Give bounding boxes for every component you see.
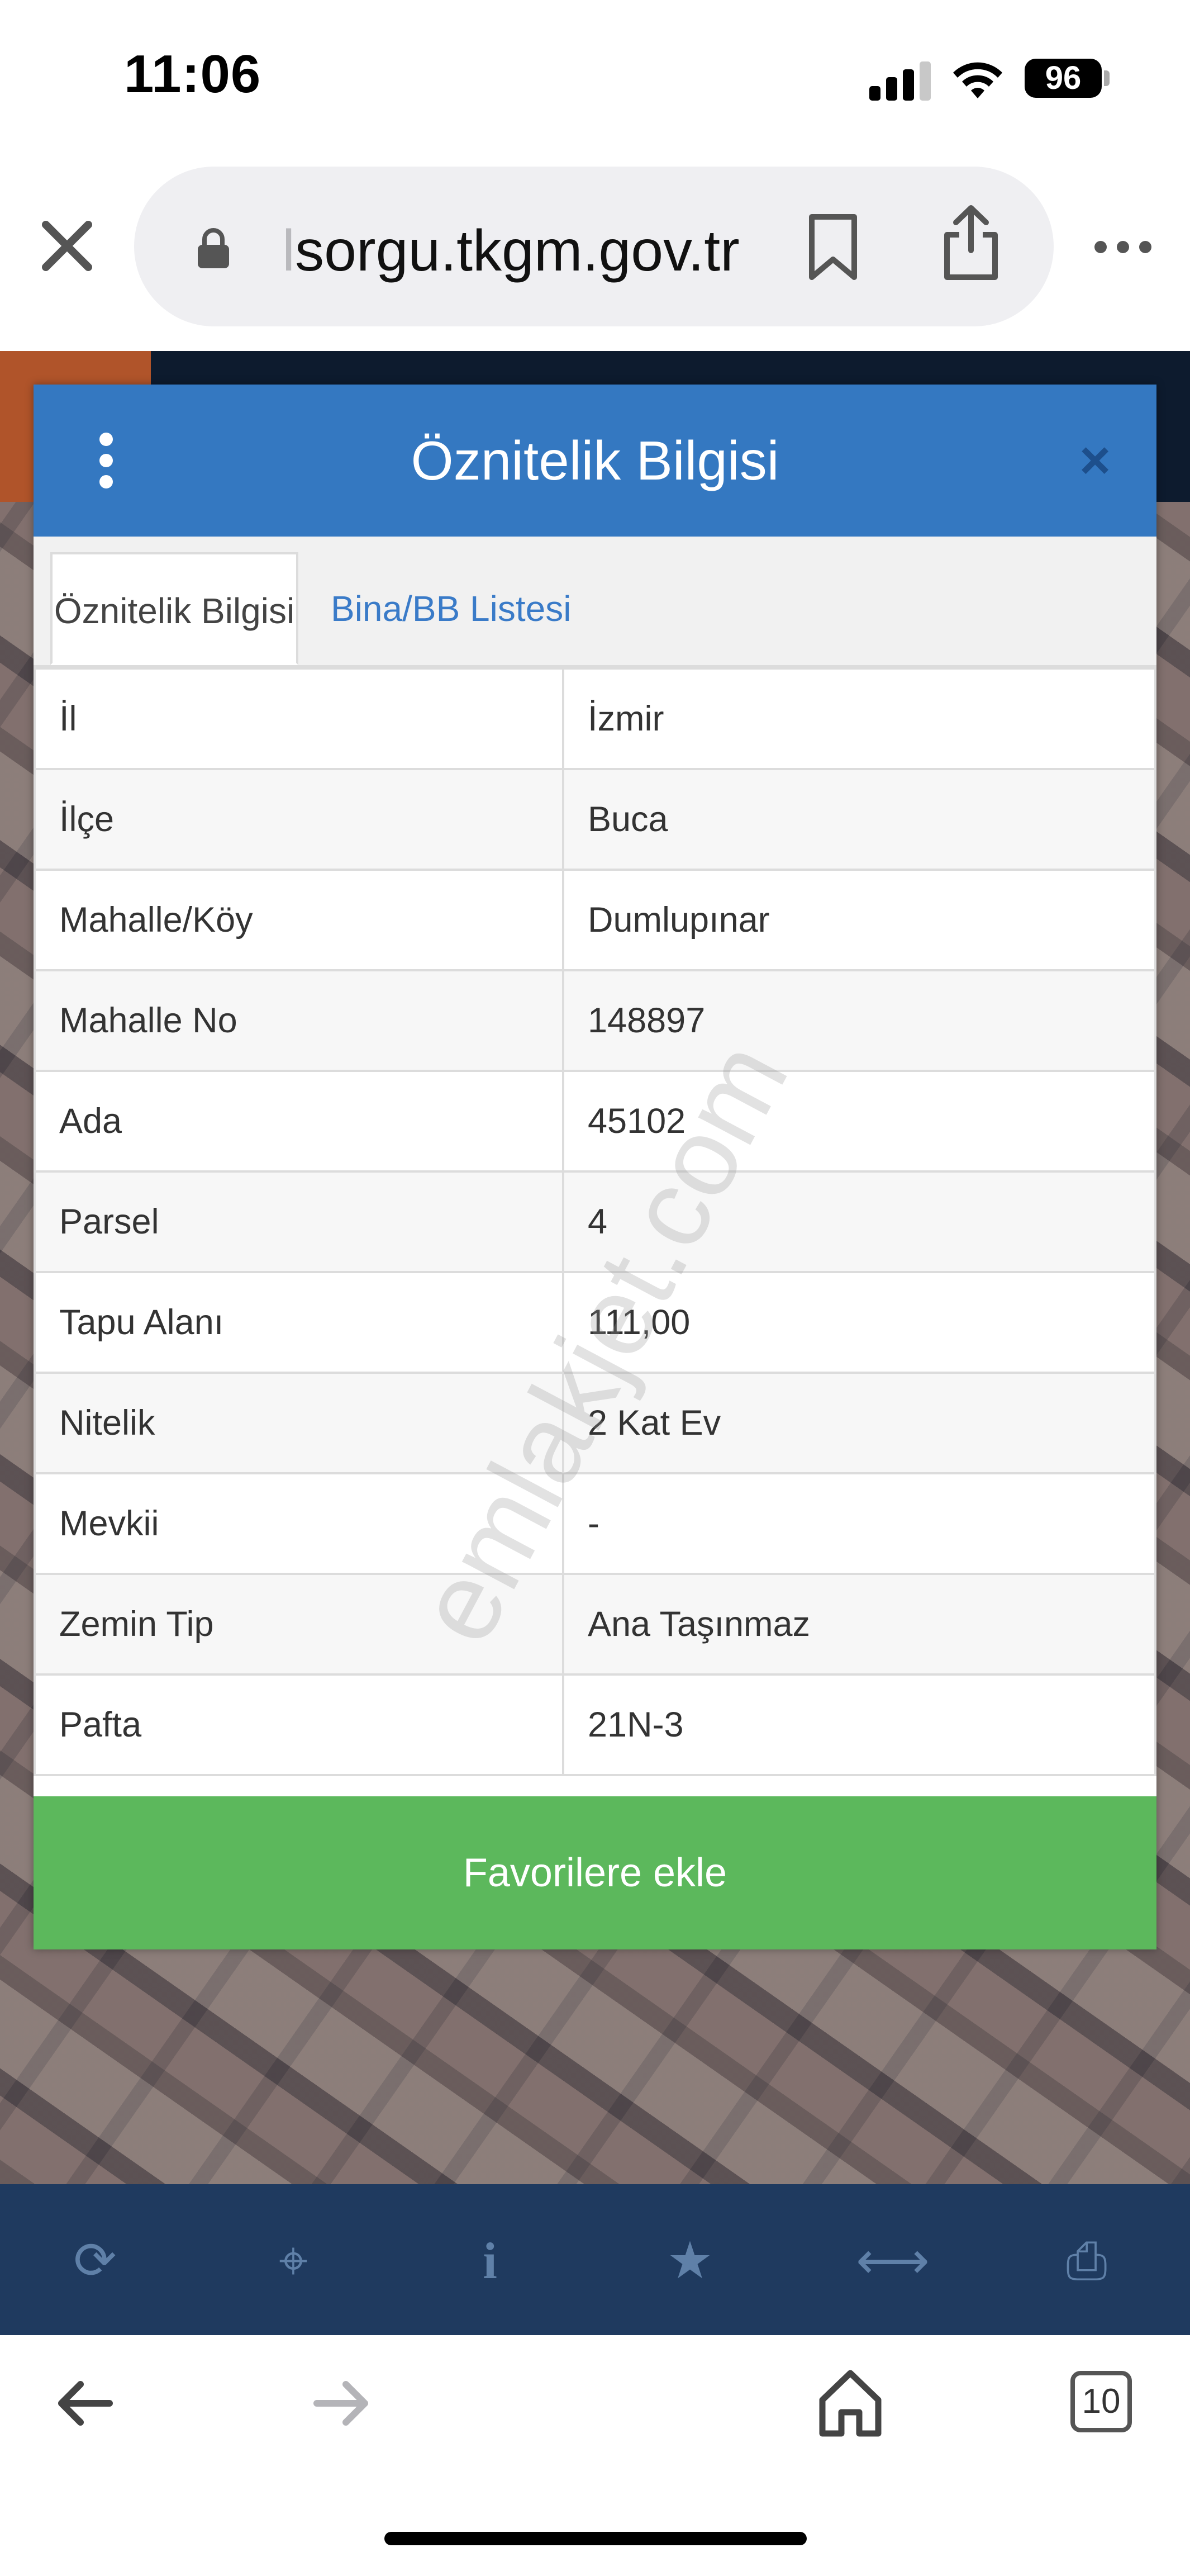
row-key: Tapu Alanı [34,1271,564,1374]
menu-kebab-icon[interactable] [96,433,116,488]
row-value: İzmir [562,667,1156,770]
measure-icon[interactable]: ⟷ [856,2230,930,2292]
refresh-icon[interactable]: ⟳ [64,2230,126,2292]
attribute-info-panel: Öznitelik Bilgisi × Öznitelik Bilgisi Bi… [34,385,1156,1949]
row-key: Pafta [34,1673,564,1776]
row-value: 148897 [562,969,1156,1072]
wifi-icon [953,62,1002,98]
address-bar[interactable]: lsorgu.tkgm.gov.tr [134,167,1054,326]
row-key: İlçe [34,768,564,871]
table-row: İlçe Buca [34,768,1156,871]
tab-building-list[interactable]: Bina/BB Listesi [305,552,597,665]
panel-tabs: Öznitelik Bilgisi Bina/BB Listesi [34,537,1156,667]
row-value: 4 [562,1170,1156,1273]
add-to-favorites-button[interactable]: Favorilere ekle [34,1796,1156,1949]
row-value: Buca [562,768,1156,871]
row-value: 2 Kat Ev [562,1372,1156,1474]
map-toolbar [0,2184,1190,2335]
status-time: 11:06 [124,44,261,104]
panel-close-button[interactable]: × [1073,434,1117,487]
table-row: Nitelik 2 Kat Ev [34,1372,1156,1474]
panel-title: Öznitelik Bilgisi [411,430,779,491]
bookmark-icon[interactable] [806,212,860,282]
row-key: Zemin Tip [34,1573,564,1676]
info-icon[interactable]: i [459,2230,521,2292]
row-key: Nitelik [34,1372,564,1474]
table-row: Mevkii - [34,1472,1156,1575]
print-icon[interactable]: ⎙ [1056,2230,1117,2292]
url-text: lsorgu.tkgm.gov.tr [282,218,740,284]
table-row: Zemin Tip Ana Taşınmaz [34,1573,1156,1676]
share-icon[interactable] [940,203,1002,282]
row-value: 45102 [562,1070,1156,1173]
row-value: - [562,1472,1156,1575]
row-key: İl [34,667,564,770]
cellular-signal-icon [869,61,932,101]
lock-icon [198,228,229,268]
close-icon[interactable] [40,219,94,273]
table-row: İl İzmir [34,667,1156,770]
row-value: Dumlupınar [562,869,1156,971]
row-value: 21N-3 [562,1673,1156,1776]
home-indicator [384,2532,807,2545]
battery-tip [1104,70,1110,86]
table-row: Parsel 4 [34,1170,1156,1273]
table-row: Ada 45102 [34,1070,1156,1173]
table-row: Mahalle No 148897 [34,969,1156,1072]
table-row: Tapu Alanı 111,00 [34,1271,1156,1374]
row-key: Mahalle No [34,969,564,1072]
tabs-count-button[interactable]: 10 [1070,2371,1132,2432]
row-key: Ada [34,1070,564,1173]
home-icon[interactable] [817,2368,884,2438]
table-row: Mahalle/Köy Dumlupınar [34,869,1156,971]
row-value: 111,00 [562,1271,1156,1374]
row-value: Ana Taşınmaz [562,1573,1156,1676]
battery-level: 96 [1025,59,1102,98]
row-key: Parsel [34,1170,564,1273]
url-domain: sorgu.tkgm.gov.tr [295,219,740,283]
table-row: Pafta 21N-3 [34,1673,1156,1776]
crosshair-icon[interactable]: ⌖ [263,2230,324,2292]
more-options-icon[interactable] [1092,239,1154,255]
url-faded-prefix: l [282,219,296,283]
star-icon[interactable]: ★ [659,2230,721,2292]
row-key: Mahalle/Köy [34,869,564,971]
status-bar: 11:06 96 [0,0,1190,156]
row-key: Mevkii [34,1472,564,1575]
panel-header: Öznitelik Bilgisi × [34,385,1156,537]
forward-arrow-icon[interactable] [310,2375,373,2431]
attribute-table: İl İzmir İlçe Buca Mahalle/Köy Dumlupınar M… [34,667,1156,1776]
tab-attribute-info[interactable]: Öznitelik Bilgisi [50,552,298,665]
back-arrow-icon[interactable] [54,2375,116,2431]
